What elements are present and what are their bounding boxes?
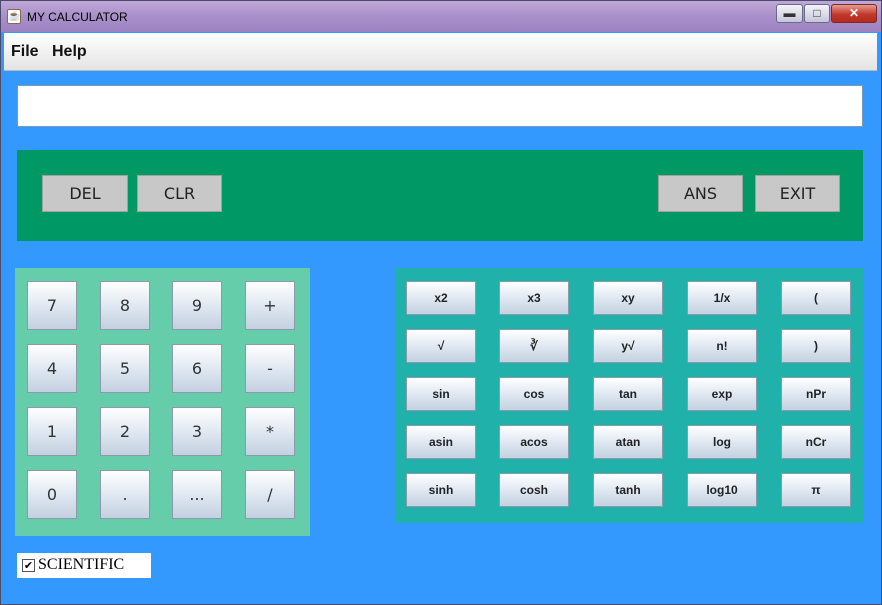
scientific-label: SCIENTIFIC	[38, 556, 125, 573]
key-8[interactable]: 8	[100, 281, 150, 330]
scientific-checkbox[interactable]: ✔	[22, 559, 35, 572]
clr-button[interactable]: CLR	[137, 175, 222, 212]
title-bar: ☕ MY CALCULATOR ▬ □ ✕	[1, 1, 881, 32]
key-ellipsis[interactable]: ...	[172, 470, 222, 519]
key-0[interactable]: 0	[27, 470, 77, 519]
key-ncr[interactable]: nCr	[781, 425, 851, 459]
exit-button[interactable]: EXIT	[755, 175, 840, 212]
key-power[interactable]: xy	[593, 281, 663, 315]
key-cosh[interactable]: cosh	[499, 473, 569, 507]
key-acos[interactable]: acos	[499, 425, 569, 459]
ans-button[interactable]: ANS	[658, 175, 743, 212]
key-factorial[interactable]: n!	[687, 329, 757, 363]
key-decimal[interactable]: .	[100, 470, 150, 519]
key-sinh[interactable]: sinh	[406, 473, 476, 507]
key-sin[interactable]: sin	[406, 377, 476, 411]
key-divide[interactable]: /	[245, 470, 295, 519]
key-4[interactable]: 4	[27, 344, 77, 393]
menu-file[interactable]: File	[11, 43, 39, 61]
key-9[interactable]: 9	[172, 281, 222, 330]
calculator-display[interactable]	[17, 85, 863, 127]
key-plus[interactable]: +	[245, 281, 295, 330]
key-5[interactable]: 5	[100, 344, 150, 393]
key-minus[interactable]: -	[245, 344, 295, 393]
key-7[interactable]: 7	[27, 281, 77, 330]
scientific-pad: x2 x3 xy 1/x ( √ ∛ y√ n! ) sin cos tan e…	[396, 268, 863, 523]
key-2[interactable]: 2	[100, 407, 150, 456]
key-open-paren[interactable]: (	[781, 281, 851, 315]
control-panel: DEL CLR ANS EXIT	[17, 150, 863, 241]
key-close-paren[interactable]: )	[781, 329, 851, 363]
key-log10[interactable]: log10	[687, 473, 757, 507]
key-exp[interactable]: exp	[687, 377, 757, 411]
key-square[interactable]: x2	[406, 281, 476, 315]
key-tan[interactable]: tan	[593, 377, 663, 411]
window-title: MY CALCULATOR	[27, 10, 128, 24]
key-sqrt[interactable]: √	[406, 329, 476, 363]
key-cube[interactable]: x3	[499, 281, 569, 315]
key-reciprocal[interactable]: 1/x	[687, 281, 757, 315]
key-3[interactable]: 3	[172, 407, 222, 456]
key-tanh[interactable]: tanh	[593, 473, 663, 507]
key-cbrt[interactable]: ∛	[499, 329, 569, 363]
key-cos[interactable]: cos	[499, 377, 569, 411]
number-pad: 7 8 9 + 4 5 6 - 1 2 3 * 0 . ... /	[15, 268, 310, 536]
del-button[interactable]: DEL	[42, 175, 128, 212]
key-log[interactable]: log	[687, 425, 757, 459]
menu-bar: File Help	[4, 33, 877, 71]
maximize-button[interactable]: □	[804, 4, 830, 23]
key-asin[interactable]: asin	[406, 425, 476, 459]
java-cup-icon: ☕	[7, 9, 21, 24]
key-yroot[interactable]: y√	[593, 329, 663, 363]
calculator-window: ☕ MY CALCULATOR ▬ □ ✕ File Help DEL CLR …	[0, 0, 882, 605]
key-1[interactable]: 1	[27, 407, 77, 456]
key-atan[interactable]: atan	[593, 425, 663, 459]
key-multiply[interactable]: *	[245, 407, 295, 456]
minimize-button[interactable]: ▬	[776, 4, 803, 23]
key-6[interactable]: 6	[172, 344, 222, 393]
close-button[interactable]: ✕	[831, 4, 877, 23]
key-pi[interactable]: π	[781, 473, 851, 507]
key-npr[interactable]: nPr	[781, 377, 851, 411]
scientific-mode-toggle[interactable]: ✔ SCIENTIFIC	[17, 553, 151, 578]
menu-help[interactable]: Help	[52, 43, 87, 61]
